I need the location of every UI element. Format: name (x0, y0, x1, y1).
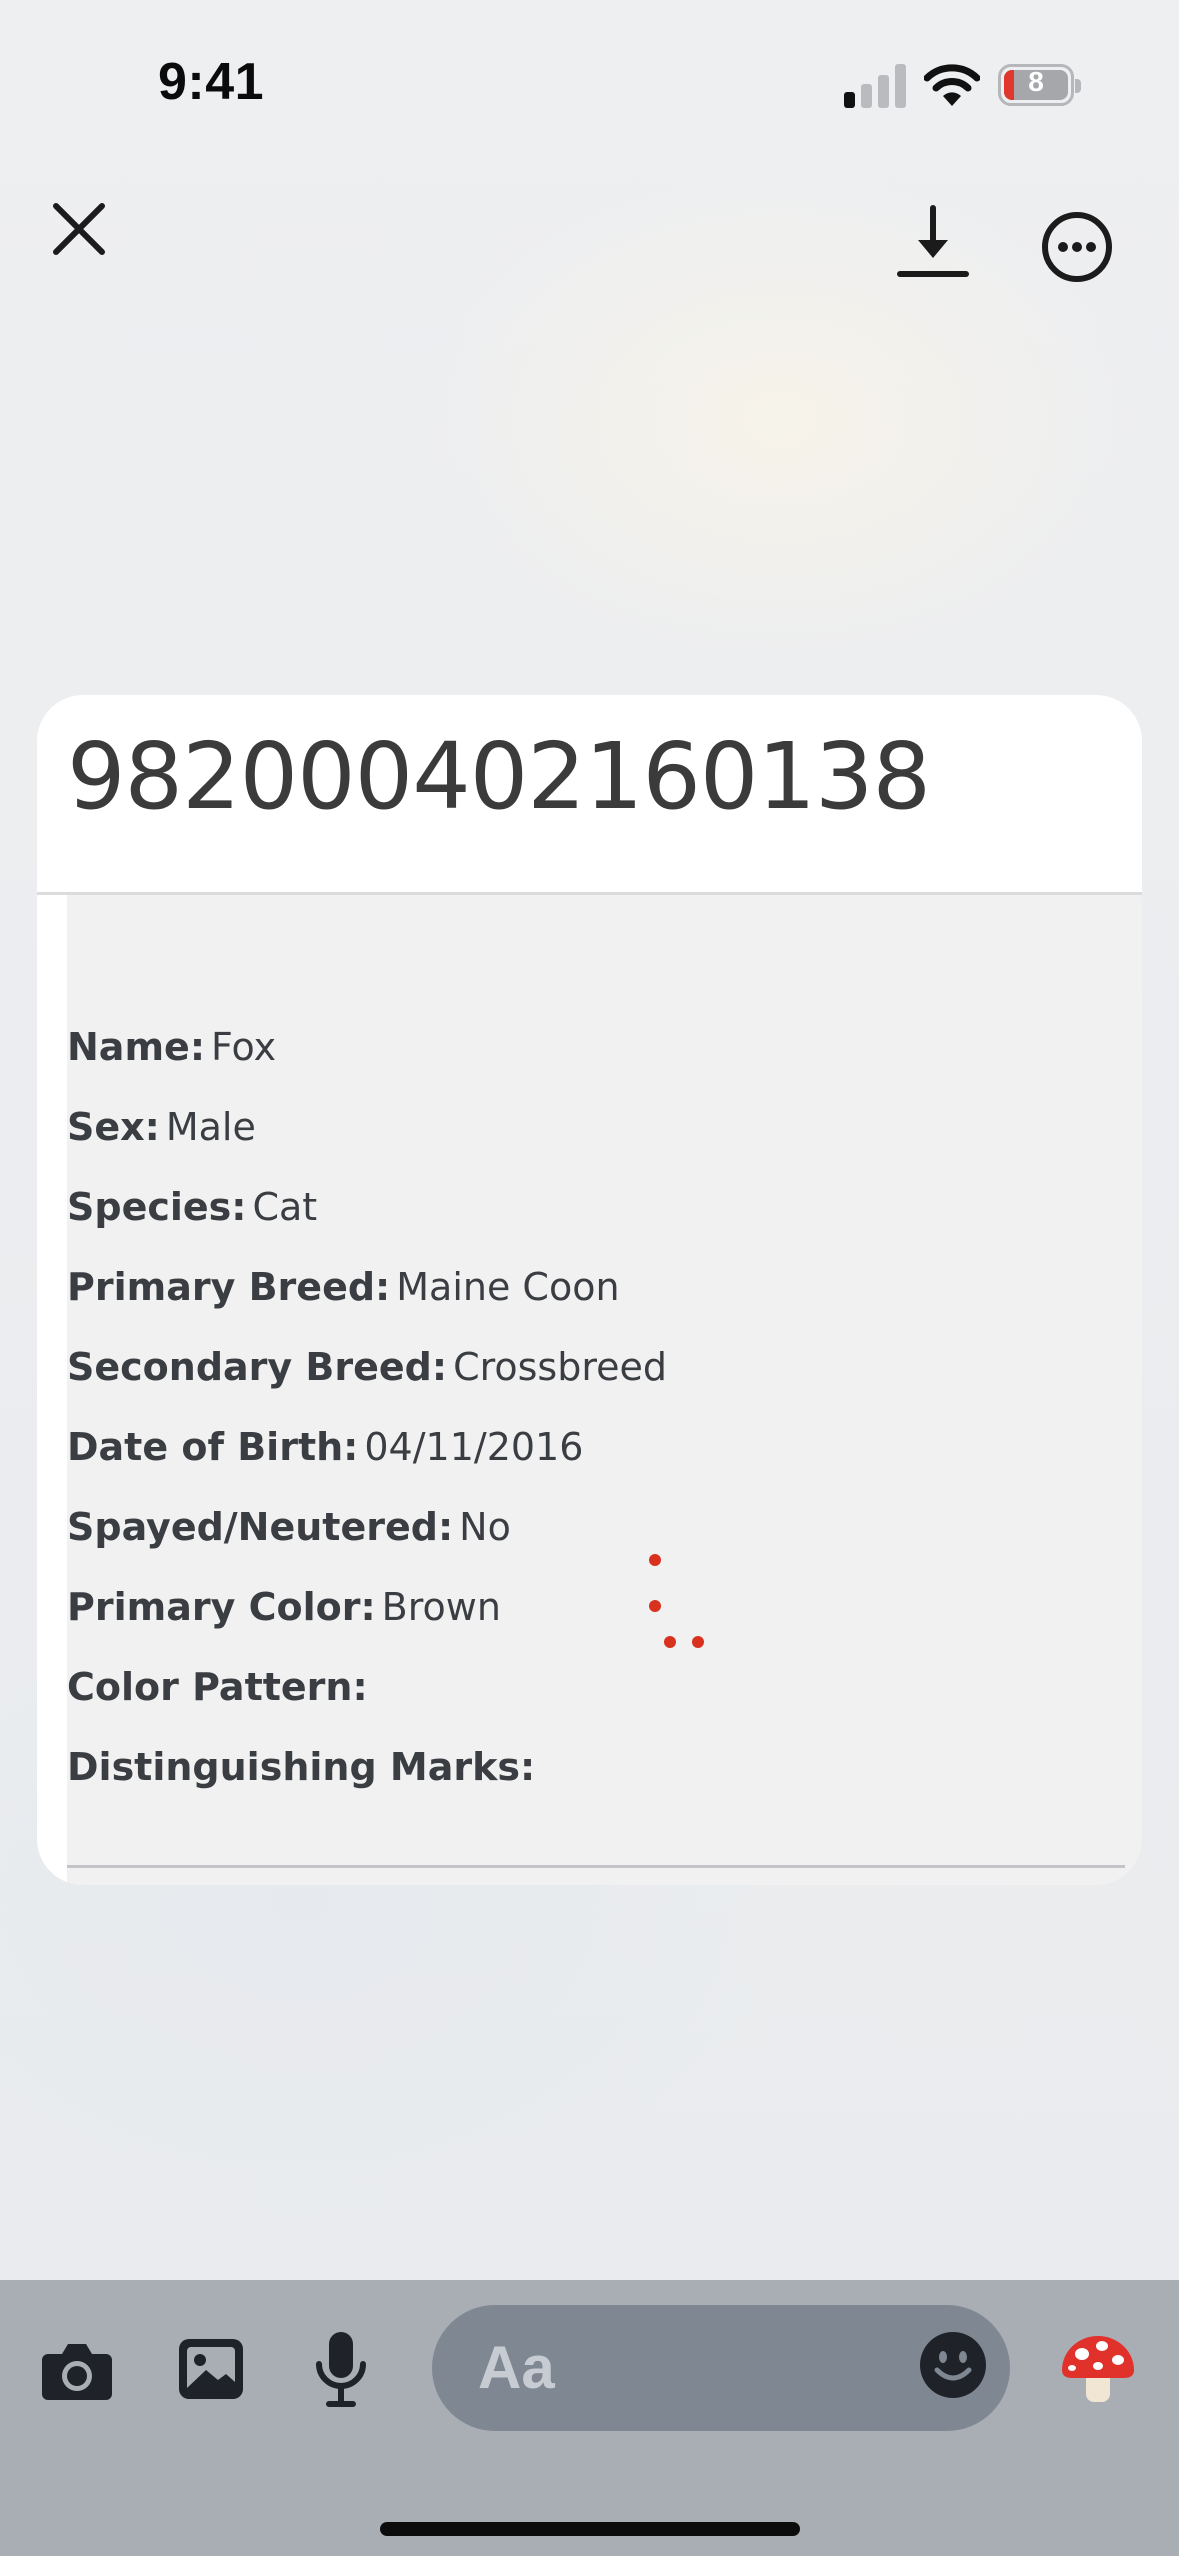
record-field-value: No (459, 1505, 511, 1549)
record-field-label: Species: (67, 1185, 247, 1229)
record-field-value: 04/11/2016 (364, 1425, 584, 1469)
record-field-row: Sex: Male (67, 1105, 1127, 1185)
record-field-row: Spayed/Neutered: No (67, 1505, 1127, 1585)
record-field-value: Brown (381, 1585, 501, 1629)
microchip-record-card[interactable]: 982000402160138 Name: Fox Sex: Male Species:… (37, 695, 1142, 1885)
status-time: 9:41 (158, 53, 265, 111)
record-field-label: Name: (67, 1025, 206, 1069)
cellular-signal-icon (844, 62, 908, 108)
record-field-value: Maine Coon (396, 1265, 620, 1309)
sticker-button[interactable] (1058, 2328, 1138, 2408)
close-icon (53, 203, 105, 255)
record-field-label: Date of Birth: (67, 1425, 359, 1469)
record-field-row: Color Pattern: (67, 1665, 1127, 1745)
marker-dot (664, 1636, 676, 1648)
more-options-button[interactable] (1036, 206, 1118, 288)
record-field-label: Distinguishing Marks: (67, 1745, 536, 1789)
more-options-icon (1042, 212, 1112, 282)
record-field-value: Crossbreed (453, 1345, 668, 1389)
card-divider (67, 1865, 1125, 1868)
camera-button[interactable] (40, 2340, 114, 2402)
record-field-row: Species: Cat (67, 1185, 1127, 1265)
record-field-label: Spayed/Neutered: (67, 1505, 454, 1549)
record-field-row: Primary Color: Brown (67, 1585, 1127, 1665)
record-field-label: Sex: (67, 1105, 160, 1149)
home-indicator (380, 2522, 800, 2536)
record-field-row: Name: Fox (67, 1025, 1127, 1105)
marker-dot (649, 1554, 661, 1566)
photo-gallery-icon (179, 2339, 243, 2399)
message-composer: Aa (0, 2280, 1179, 2556)
marker-dot (692, 1636, 704, 1648)
record-field-label: Primary Breed: (67, 1265, 391, 1309)
microchip-number: 982000402160138 (67, 723, 931, 830)
record-field-value: Fox (211, 1025, 277, 1069)
download-button[interactable] (888, 200, 978, 290)
record-field-label: Color Pattern: (67, 1665, 368, 1709)
marker-dot (649, 1600, 661, 1612)
microphone-button[interactable] (312, 2330, 370, 2408)
photo-gallery-button[interactable] (176, 2336, 246, 2402)
record-field-row: Date of Birth: 04/11/2016 (67, 1425, 1127, 1505)
camera-icon (42, 2344, 112, 2400)
message-input-placeholder: Aa (478, 2334, 555, 2401)
status-bar: 9:41 8 (0, 0, 1179, 160)
message-input[interactable]: Aa (432, 2305, 1010, 2431)
battery-level: 8 (1028, 66, 1044, 97)
emoji-button[interactable] (918, 2330, 988, 2400)
mushroom-sticker-icon (1062, 2336, 1134, 2402)
record-fields: Name: Fox Sex: Male Species: Cat Primary Breed… (67, 1025, 1127, 1825)
record-field-value: Cat (252, 1185, 318, 1229)
wifi-icon (923, 62, 981, 108)
close-button[interactable] (40, 190, 118, 268)
left-margin-strip (37, 895, 67, 1885)
microphone-icon (316, 2332, 366, 2407)
record-field-value: Male (165, 1105, 256, 1149)
download-icon (897, 205, 969, 277)
record-field-label: Secondary Breed: (67, 1345, 448, 1389)
battery-icon: 8 (998, 64, 1081, 106)
record-field-label: Primary Color: (67, 1585, 376, 1629)
record-field-row: Secondary Breed: Crossbreed (67, 1345, 1127, 1425)
card-header: 982000402160138 (37, 695, 1142, 895)
record-field-row: Primary Breed: Maine Coon (67, 1265, 1127, 1345)
record-field-row: Distinguishing Marks: (67, 1745, 1127, 1825)
emoji-icon (920, 2332, 986, 2398)
